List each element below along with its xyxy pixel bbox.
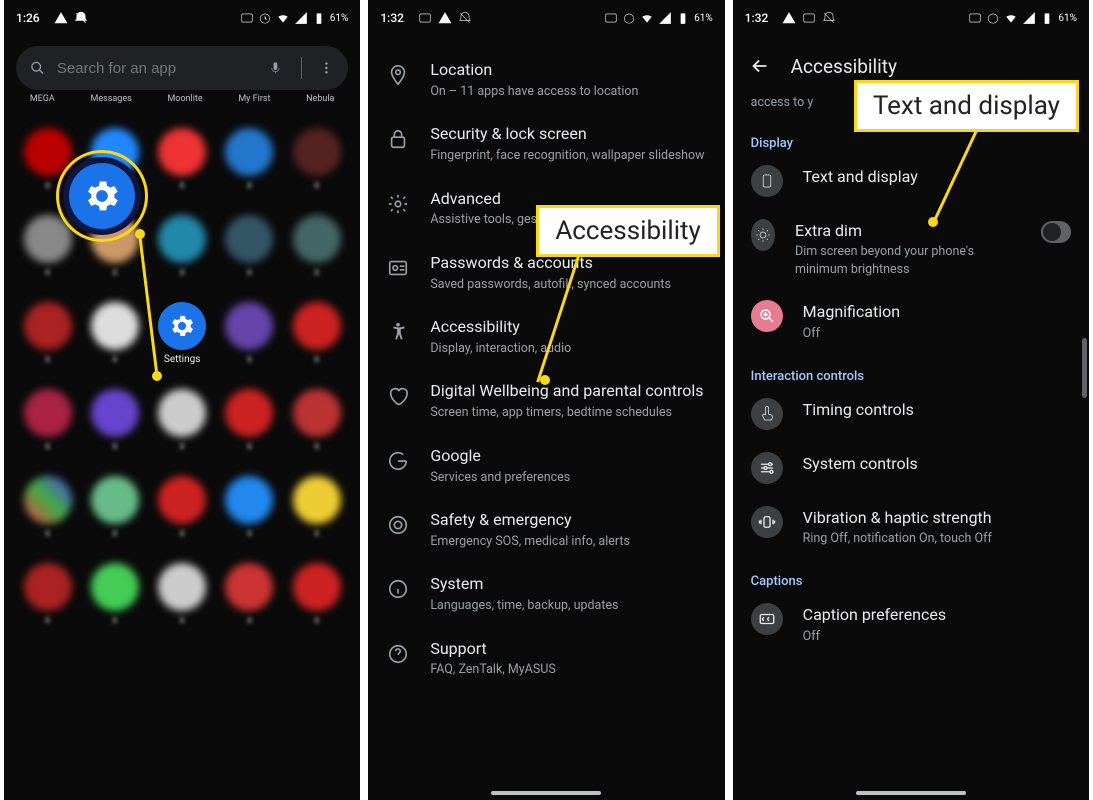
- sliders-icon: [758, 459, 776, 477]
- battery-pct: 61%: [330, 13, 349, 24]
- callout-dot-1: [135, 229, 145, 239]
- callout-text-display: Text and display: [854, 80, 1079, 132]
- screenshot-icon: [240, 11, 254, 25]
- caption-icon: [758, 610, 776, 628]
- settings-item-text-display[interactable]: Text and display: [733, 155, 1089, 209]
- status-time: 1:32: [745, 11, 769, 25]
- callout-accessibility: Accessibility: [536, 205, 720, 257]
- dnd-icon: [822, 11, 836, 25]
- settings-icon[interactable]: [158, 302, 206, 350]
- wifi-icon: [640, 11, 654, 25]
- accessibility-icon: [387, 321, 409, 343]
- page-title: Accessibility: [791, 55, 897, 78]
- notif-icon: [782, 11, 796, 25]
- alarm-icon: [622, 11, 636, 25]
- status-bar: 1:32 61%: [733, 0, 1089, 36]
- signal-icon: [1022, 11, 1036, 25]
- extra-dim-toggle[interactable]: [1041, 221, 1071, 243]
- touch-icon: [758, 405, 776, 423]
- settings-item-support[interactable]: SupportFAQ, ZenTalk, MyASUS: [368, 627, 724, 691]
- google-icon: [387, 450, 409, 472]
- dim-icon: [754, 226, 772, 244]
- status-bar: 1:26 61%: [4, 0, 360, 36]
- gear-icon: [387, 193, 409, 215]
- notif-icon: [54, 11, 68, 25]
- signal-icon: [658, 11, 672, 25]
- search-icon: [30, 58, 45, 78]
- gesture-nav-bar[interactable]: [733, 786, 1089, 800]
- status-time: 1:32: [380, 11, 404, 25]
- settings-item-extra-dim[interactable]: Extra dimDim screen beyond your phone's …: [733, 209, 1089, 291]
- location-icon: [387, 64, 409, 86]
- settings-item-system-controls[interactable]: System controls: [733, 442, 1089, 496]
- battery-icon: [1040, 11, 1054, 25]
- settings-item-location[interactable]: LocationOn – 11 apps have access to loca…: [368, 48, 724, 112]
- settings-item-captions[interactable]: Caption preferencesOff: [733, 593, 1089, 657]
- settings-item-security[interactable]: Security & lock screenFingerprint, face …: [368, 112, 724, 176]
- gesture-nav-bar[interactable]: [368, 786, 724, 800]
- settings-item-google[interactable]: GoogleServices and preferences: [368, 434, 724, 498]
- settings-item-vibration[interactable]: Vibration & haptic strengthRing Off, not…: [733, 496, 1089, 560]
- screenshot-icon: [604, 11, 618, 25]
- search-input[interactable]: [57, 60, 256, 77]
- status-bar: 1:32 61%: [368, 0, 724, 36]
- search-bar[interactable]: [16, 46, 348, 90]
- section-captions: Captions: [733, 560, 1089, 593]
- settings-item-accessibility[interactable]: AccessibilityDisplay, interaction, audio: [368, 305, 724, 369]
- wifi-icon: [1004, 11, 1018, 25]
- dnd-icon: [458, 11, 472, 25]
- settings-scroll[interactable]: LocationOn – 11 apps have access to loca…: [368, 0, 724, 800]
- app-drawer-body: MEGA Messages Moonlite My First Nebula x…: [4, 0, 360, 800]
- settings-item-timing[interactable]: Timing controls: [733, 388, 1089, 442]
- settings-item-magnification[interactable]: MagnificationOff: [733, 290, 1089, 354]
- screenshot-icon: [418, 11, 432, 25]
- account-icon: [387, 257, 409, 279]
- settings-item-safety[interactable]: Safety & emergencyEmergency SOS, medical…: [368, 498, 724, 562]
- help-icon: [387, 643, 409, 665]
- phone-accessibility: 1:32 61% Accessibility access to y Displ…: [729, 0, 1093, 800]
- phone-settings-list: 1:32 61% LocationOn – 11 apps have acces…: [364, 0, 728, 800]
- signal-icon: [294, 11, 308, 25]
- alarm-icon: [258, 11, 272, 25]
- screenshot-icon: [968, 11, 982, 25]
- more-icon[interactable]: [319, 58, 334, 78]
- dnd-icon: [74, 11, 88, 25]
- magnify-icon: [758, 307, 776, 325]
- callout-dot-2: [540, 375, 550, 385]
- visible-app-labels-row: MEGA Messages Moonlite My First Nebula: [4, 94, 360, 104]
- status-time: 1:26: [16, 11, 40, 25]
- vibration-icon: [758, 513, 776, 531]
- lock-icon: [387, 128, 409, 150]
- battery-pct: 61%: [694, 13, 713, 24]
- scrollbar[interactable]: [1082, 338, 1087, 398]
- callout-dot-1b: [152, 371, 162, 381]
- callout-dot-3: [928, 217, 938, 227]
- notif-icon: [438, 11, 452, 25]
- wifi-icon: [276, 11, 290, 25]
- battery-icon: [676, 11, 690, 25]
- heart-icon: [387, 385, 409, 407]
- settings-app-label: Settings: [164, 354, 201, 365]
- text-icon: [758, 172, 776, 190]
- battery-pct: 61%: [1058, 13, 1077, 24]
- alarm-icon: [986, 11, 1000, 25]
- mic-icon[interactable]: [268, 58, 283, 78]
- phone-app-drawer: 1:26 61% MEGA Messages Moonlite My First…: [0, 0, 364, 800]
- emergency-icon: [387, 514, 409, 536]
- settings-item-system[interactable]: SystemLanguages, time, backup, updates: [368, 562, 724, 626]
- battery-icon: [312, 11, 326, 25]
- screenshot-icon: [802, 11, 816, 25]
- info-icon: [387, 578, 409, 600]
- back-icon[interactable]: [749, 55, 771, 77]
- app-item-settings[interactable]: Settings: [152, 302, 212, 365]
- app-grid[interactable]: x x x x x x x x x x x x Settin: [4, 128, 360, 800]
- section-interaction: Interaction controls: [733, 355, 1089, 388]
